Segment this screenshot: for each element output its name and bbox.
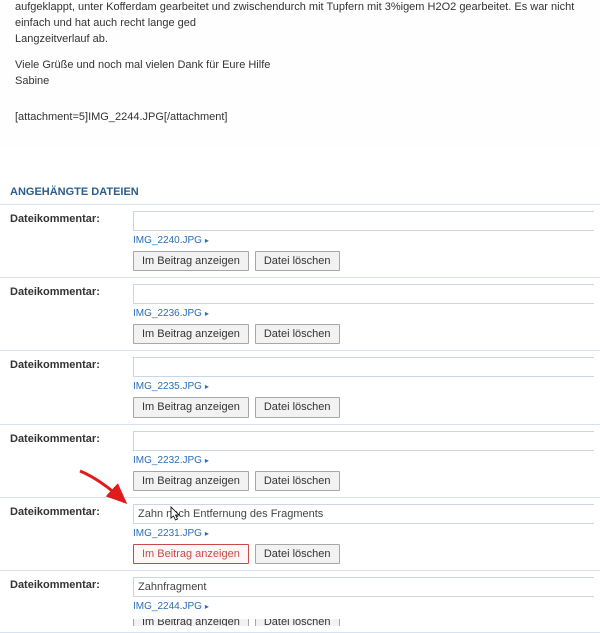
show-in-post-button[interactable]: Im Beitrag anzeigen — [133, 251, 249, 271]
delete-file-button[interactable]: Datei löschen — [255, 324, 340, 344]
attachment-row: Dateikommentar: IMG_2235.JPG▸ Im Beitrag a… — [0, 351, 600, 424]
file-comment-label: Dateikommentar: — [0, 351, 129, 424]
file-comment-input[interactable] — [133, 211, 594, 231]
attachment-content: IMG_2231.JPG▸ Im Beitrag anzeigen Datei lö… — [129, 497, 600, 570]
file-name: IMG_2235.JPG — [133, 381, 202, 392]
delete-file-button[interactable]: Datei löschen — [255, 471, 340, 491]
file-comment-label: Dateikommentar: — [0, 205, 129, 278]
attachment-bbcode: [attachment=5]IMG_2244.JPG[/attachment] — [15, 110, 590, 126]
delete-file-button[interactable]: Datei löschen — [255, 619, 340, 626]
file-name: IMG_2244.JPG — [133, 601, 202, 612]
file-name: IMG_2236.JPG — [133, 308, 202, 319]
delete-file-button[interactable]: Datei löschen — [255, 397, 340, 417]
attachment-row: Dateikommentar: IMG_2231.JPG▸ Im Beitrag a… — [0, 497, 600, 570]
show-in-post-button[interactable]: Im Beitrag anzeigen — [133, 324, 249, 344]
file-comment-label: Dateikommentar: — [0, 277, 129, 350]
post-signature: Sabine — [15, 75, 49, 87]
file-comment-input[interactable] — [133, 504, 594, 524]
file-name: IMG_2232.JPG — [133, 455, 202, 466]
file-link[interactable]: IMG_2231.JPG▸ — [133, 528, 209, 539]
file-link[interactable]: IMG_2235.JPG▸ — [133, 381, 209, 392]
chevron-right-icon: ▸ — [205, 236, 209, 245]
post-greeting: Viele Grüße und noch mal vielen Dank für… — [15, 59, 270, 71]
attachment-row: Dateikommentar: IMG_2244.JPG▸ Im Beitrag a… — [0, 571, 600, 633]
attachment-content: IMG_2240.JPG▸ Im Beitrag anzeigen Datei lö… — [129, 205, 600, 278]
file-name: IMG_2231.JPG — [133, 528, 202, 539]
attachment-content: IMG_2235.JPG▸ Im Beitrag anzeigen Datei lö… — [129, 351, 600, 424]
show-in-post-button[interactable]: Im Beitrag anzeigen — [133, 471, 249, 491]
post-line: aufgeklappt, unter Kofferdam gearbeitet … — [15, 0, 590, 32]
chevron-right-icon: ▸ — [205, 382, 209, 391]
show-in-post-button[interactable]: Im Beitrag anzeigen — [133, 619, 249, 626]
attachment-row: Dateikommentar: IMG_2232.JPG▸ Im Beitrag a… — [0, 424, 600, 497]
file-comment-label: Dateikommentar: — [0, 497, 129, 570]
file-comment-input[interactable] — [133, 431, 594, 451]
attachment-row: Dateikommentar: IMG_2236.JPG▸ Im Beitrag a… — [0, 277, 600, 350]
file-comment-label: Dateikommentar: — [0, 571, 129, 633]
attachments-table: Dateikommentar:IMG_2240.JPG▸Im Beitrag a… — [0, 205, 600, 633]
chevron-right-icon: ▸ — [205, 309, 209, 318]
file-comment-label: Dateikommentar: — [0, 424, 129, 497]
post-line: Langzeitverlauf ab. — [15, 32, 590, 48]
file-link[interactable]: IMG_2232.JPG▸ — [133, 455, 209, 466]
delete-file-button[interactable]: Datei löschen — [255, 251, 340, 271]
section-attached-files: ANGEHÄNGTE DATEIEN — [0, 180, 600, 205]
file-link[interactable]: IMG_2236.JPG▸ — [133, 308, 209, 319]
file-link[interactable]: IMG_2244.JPG▸ — [133, 601, 209, 612]
attachment-content: IMG_2236.JPG▸ Im Beitrag anzeigen Datei lö… — [129, 277, 600, 350]
file-name: IMG_2240.JPG — [133, 235, 202, 246]
post-preview: aufgeklappt, unter Kofferdam gearbeitet … — [0, 0, 600, 146]
delete-file-button[interactable]: Datei löschen — [255, 544, 340, 564]
file-comment-input[interactable] — [133, 577, 594, 597]
show-in-post-button[interactable]: Im Beitrag anzeigen — [133, 544, 249, 564]
chevron-right-icon: ▸ — [205, 456, 209, 465]
file-comment-input[interactable] — [133, 357, 594, 377]
show-in-post-button[interactable]: Im Beitrag anzeigen — [133, 397, 249, 417]
chevron-right-icon: ▸ — [205, 529, 209, 538]
attachment-content: IMG_2244.JPG▸ Im Beitrag anzeigen Datei lö… — [129, 571, 600, 633]
attachment-row: Dateikommentar: IMG_2240.JPG▸ Im Beitrag a… — [0, 205, 600, 278]
file-comment-input[interactable] — [133, 284, 594, 304]
chevron-right-icon: ▸ — [205, 602, 209, 611]
attachment-content: IMG_2232.JPG▸ Im Beitrag anzeigen Datei lö… — [129, 424, 600, 497]
file-link[interactable]: IMG_2240.JPG▸ — [133, 235, 209, 246]
